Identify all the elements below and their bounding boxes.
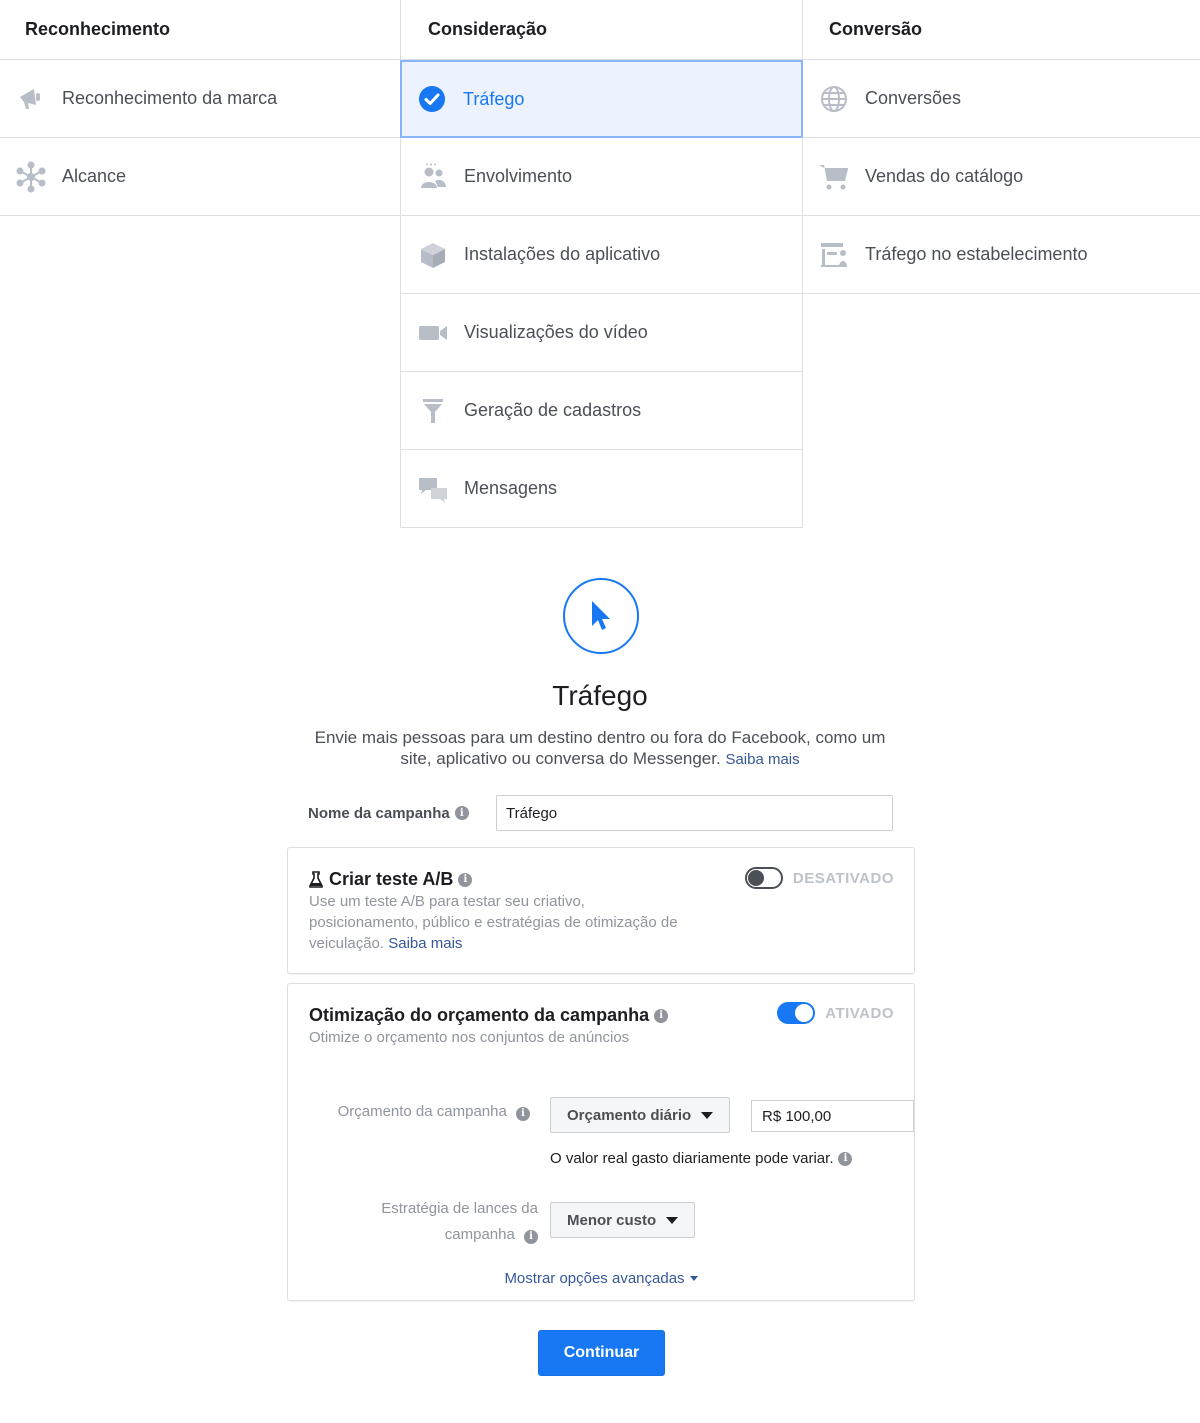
budget-optimization-toggle[interactable]: ATIVADO [777, 1002, 894, 1024]
caret-down-icon [689, 1276, 698, 1281]
objective-description: Envie mais pessoas para um destino dentr… [280, 727, 920, 770]
column-awareness: Reconhecimento Reconhecimento da marca A… [0, 0, 401, 216]
objective-reach[interactable]: Alcance [0, 138, 401, 216]
description-line: veiculação. [309, 935, 385, 952]
bid-strategy-value: Menor custo [567, 1211, 657, 1229]
funnel-icon [416, 394, 450, 428]
objective-label: Envolvimento [464, 166, 573, 186]
ab-test-title: Criar teste A/B i [309, 869, 473, 890]
info-icon[interactable]: i [654, 1008, 669, 1023]
description-line: Envie mais pessoas para um destino dentr… [314, 728, 886, 747]
campaign-budget-label-text: Orçamento da campanha [337, 1103, 507, 1120]
budget-optimization-title-text: Otimização do orçamento da campanha [309, 1005, 650, 1025]
ab-test-description: Use um teste A/B para testar seu criativ… [309, 891, 678, 954]
description-line: posicionamento, público e estratégias de… [309, 914, 678, 931]
objective-label: Conversões [865, 88, 962, 108]
megaphone-icon [14, 82, 48, 116]
objective-label: Alcance [62, 166, 127, 186]
check-circle-icon [415, 82, 449, 116]
ab-test-title-text: Criar teste A/B [329, 869, 454, 889]
learn-more-link[interactable]: Saiba mais [388, 935, 462, 952]
campaign-name-input[interactable] [496, 795, 893, 831]
objective-lead-generation[interactable]: Geração de cadastros [400, 372, 803, 450]
people-icon [416, 160, 450, 194]
column-header: Reconhecimento [0, 0, 401, 60]
bid-strategy-label-line: campanha [444, 1226, 515, 1243]
bid-strategy-dropdown[interactable]: Menor custo [550, 1202, 696, 1238]
objective-video-views[interactable]: Visualizações do vídeo [400, 294, 803, 372]
campaign-name-row: Nome da campanha i [308, 795, 898, 831]
reach-icon [14, 160, 48, 194]
objective-label: Tráfego [463, 88, 525, 109]
learn-more-link[interactable]: Saiba mais [725, 751, 799, 768]
budget-type-value: Orçamento diário [567, 1106, 692, 1124]
toggle-label: DESATIVADO [792, 869, 894, 887]
caret-down-icon [701, 1111, 714, 1119]
cart-icon [817, 160, 851, 194]
objective-engagement[interactable]: Envolvimento [400, 138, 803, 216]
info-icon[interactable]: i [458, 872, 473, 887]
bid-strategy-label: Estratégia de lances da campanha i [308, 1196, 538, 1248]
cursor-icon [563, 578, 639, 654]
budget-type-dropdown[interactable]: Orçamento diário [550, 1097, 731, 1133]
budget-optimization-subtitle: Otimize o orçamento nos conjuntos de anú… [309, 1029, 630, 1046]
objective-label: Vendas do catálogo [865, 166, 1024, 186]
info-icon[interactable]: i [516, 1107, 530, 1121]
store-icon [817, 238, 851, 272]
objective-label: Visualizações do vídeo [464, 322, 648, 342]
toggle-switch[interactable] [744, 867, 783, 889]
info-icon[interactable]: i [454, 806, 469, 820]
budget-note: O valor real gasto diariamente pode vari… [550, 1150, 853, 1167]
objective-store-traffic[interactable]: Tráfego no estabelecimento [802, 216, 1200, 294]
campaign-name-label: Nome da campanha i [308, 805, 496, 822]
column-header: Conversão [802, 0, 1200, 60]
campaign-name-label-text: Nome da campanha [308, 804, 450, 822]
column-consideration: Consideração Tráfego Envolvimento Instal… [400, 0, 803, 528]
info-icon[interactable]: i [838, 1151, 853, 1166]
objective-label: Geração de cadastros [464, 400, 642, 420]
bid-strategy-label-line: Estratégia de lances da [381, 1200, 538, 1217]
objective-label: Mensagens [464, 478, 558, 498]
objective-conversions[interactable]: Conversões [802, 60, 1200, 138]
continue-button[interactable]: Continuar [538, 1330, 665, 1376]
budget-amount-input[interactable] [751, 1100, 914, 1132]
description-line: site, aplicativo ou conversa do Messenge… [400, 749, 721, 768]
ab-test-toggle[interactable]: DESATIVADO [744, 867, 894, 889]
ab-test-card: Criar teste A/B i Use um teste A/B para … [287, 847, 915, 974]
chat-bubbles-icon [416, 472, 450, 506]
objective-label: Instalações do aplicativo [464, 244, 661, 264]
box-icon [416, 238, 450, 272]
objective-catalog-sales[interactable]: Vendas do catálogo [802, 138, 1200, 216]
objective-app-installs[interactable]: Instalações do aplicativo [400, 216, 803, 294]
video-camera-icon [416, 316, 450, 350]
objective-traffic[interactable]: Tráfego [400, 60, 803, 138]
flask-icon [309, 871, 323, 888]
description-line: Use um teste A/B para testar seu criativ… [309, 893, 585, 910]
toggle-label: ATIVADO [825, 1004, 894, 1022]
globe-icon [817, 82, 851, 116]
advanced-options-link[interactable]: Mostrar opções avançadas [288, 1270, 914, 1287]
budget-note-text: O valor real gasto diariamente pode vari… [550, 1150, 834, 1167]
budget-optimization-title: Otimização do orçamento da campanha i [309, 1005, 669, 1026]
column-conversion: Conversão Conversões Vendas do catálogo … [802, 0, 1200, 294]
objective-brand-awareness[interactable]: Reconhecimento da marca [0, 60, 401, 138]
objective-label: Tráfego no estabelecimento [865, 244, 1088, 264]
budget-optimization-card: Otimização do orçamento da campanha i Ot… [287, 983, 915, 1301]
column-header: Consideração [400, 0, 803, 60]
toggle-switch[interactable] [777, 1002, 816, 1024]
advanced-options-text: Mostrar opções avançadas [504, 1270, 685, 1287]
campaign-budget-label: Orçamento da campanha i [308, 1099, 530, 1125]
caret-down-icon [666, 1216, 679, 1224]
objective-label: Reconhecimento da marca [62, 88, 278, 108]
objective-title: Tráfego [552, 680, 648, 711]
info-icon[interactable]: i [524, 1230, 538, 1244]
objective-messages[interactable]: Mensagens [400, 450, 803, 528]
